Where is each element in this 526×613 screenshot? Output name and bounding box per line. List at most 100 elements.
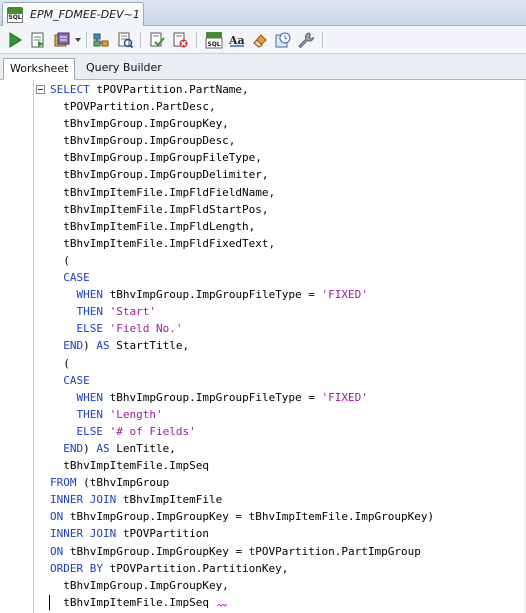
sql-text: tBhvImpItemFile.ImpFldFieldName, xyxy=(50,185,276,199)
sql-keyword: ELSE xyxy=(76,424,110,438)
svg-text:Aa: Aa xyxy=(228,34,245,47)
code-line: tPOVPartition.PartDesc, xyxy=(50,98,434,115)
text-caret xyxy=(49,595,50,610)
document-tab-strip: SQL EPM_FDMEE-DEV~1 xyxy=(0,0,526,26)
rollback-icon xyxy=(173,32,188,48)
document-tab-title: EPM_FDMEE-DEV~1 xyxy=(30,8,140,21)
code-line: tBhvImpGroup.ImpGroupDesc, xyxy=(50,132,434,149)
code-line: tBhvImpGroup.ImpGroupFileType, xyxy=(50,149,434,166)
code-line: ELSE 'Field No.' xyxy=(50,320,434,337)
code-line: ON tBhvImpGroup.ImpGroupKey = tPOVPartit… xyxy=(50,543,434,560)
sql-text: tPOVPartition.PartitionKey, xyxy=(109,561,289,575)
sql-text: tPOVPartition xyxy=(122,527,209,541)
code-line: tBhvImpGroup.ImpGroupKey, xyxy=(50,577,434,594)
unshared-sql-button[interactable]: SQL xyxy=(204,30,224,50)
toolbar-separator xyxy=(86,32,87,48)
sql-text: tBhvImpItemFile.ImpSeq xyxy=(50,595,209,609)
sql-keyword: ON xyxy=(50,544,70,558)
code-line: tBhvImpItemFile.ImpSeq xyxy=(50,594,434,611)
worksheet-subtabs: Worksheet Query Builder xyxy=(0,54,526,80)
autotrace-dropdown[interactable] xyxy=(72,30,84,50)
sql-text: (tBhvImpGroup xyxy=(83,476,170,490)
autotrace-button[interactable] xyxy=(52,30,72,50)
code-line: tBhvImpItemFile.ImpSeq xyxy=(50,457,434,474)
sql-text: StartTitle, xyxy=(116,339,190,353)
sql-text: tBhvImpGroup.ImpGroupKey = tPOVPartition… xyxy=(69,544,421,558)
tab-query-builder[interactable]: Query Builder xyxy=(80,58,168,80)
sql-keyword: CASE xyxy=(63,373,90,387)
sql-history-button[interactable] xyxy=(273,30,293,50)
worksheet-document-tab[interactable]: SQL EPM_FDMEE-DEV~1 xyxy=(2,2,144,26)
sql-keyword: SELECT xyxy=(50,83,97,96)
run-script-button[interactable] xyxy=(28,30,48,50)
sql-text: tPOVPartition.PartDesc, xyxy=(50,100,216,114)
code-line: INNER JOIN tBhvImpItemFile xyxy=(50,491,434,508)
sql-string: 'FIXED' xyxy=(321,390,368,404)
transaction-icon xyxy=(54,32,70,47)
eraser-icon xyxy=(253,34,267,48)
clear-button[interactable] xyxy=(250,30,270,50)
sql-keyword: THEN xyxy=(76,305,110,319)
sql-keyword: FROM xyxy=(50,476,84,490)
to-upper-lower-button[interactable]: Aa xyxy=(227,30,247,50)
code-line: SELECT tPOVPartition.PartName, xyxy=(50,81,434,98)
sql-text: tBhvImpGroup.ImpGroupDesc, xyxy=(50,134,236,148)
explain-plan-icon xyxy=(93,33,109,47)
sql-string: 'Field No.' xyxy=(109,322,183,336)
sql-text: LenTitle, xyxy=(116,441,176,455)
sql-text: tBhvImpGroup.ImpGroupDelimiter, xyxy=(50,168,269,182)
code-line: ELSE '# of Fields' xyxy=(50,423,434,440)
rollback-button[interactable] xyxy=(170,30,190,50)
sql-tuning-button[interactable] xyxy=(115,30,135,50)
code-line: tBhvImpItemFile.ImpFldFieldName, xyxy=(50,184,434,201)
sql-text: tBhvImpItemFile.ImpFldFixedText, xyxy=(50,236,276,250)
sql-text: tBhvImpGroup.ImpGroupFileType = xyxy=(109,390,322,404)
sql-text: ) xyxy=(83,441,97,455)
sql-editor[interactable]: SELECT tPOVPartition.PartName, tPOVParti… xyxy=(0,80,526,613)
code-line: CASE xyxy=(50,269,434,286)
commit-button[interactable] xyxy=(147,30,167,50)
code-line: ( xyxy=(50,355,434,372)
editor-margin-line xyxy=(33,80,34,613)
spelling-squiggle xyxy=(217,604,227,607)
sql-text: tBhvImpGroup.ImpGroupKey, xyxy=(50,117,229,131)
script-icon xyxy=(31,32,44,48)
code-line: END) AS LenTitle, xyxy=(50,440,434,457)
sql-keyword: END xyxy=(63,441,84,455)
sql-keyword: END xyxy=(63,339,84,353)
sql-keyword: WHEN xyxy=(76,390,110,404)
code-line: tBhvImpGroup.ImpGroupDelimiter, xyxy=(50,166,434,183)
sql-text: tBhvImpItemFile.ImpFldStartPos, xyxy=(50,202,269,216)
sql-string: 'Start' xyxy=(109,305,156,319)
sql-text: ( xyxy=(50,356,70,370)
code-line: tBhvImpItemFile.ImpFldFixedText, xyxy=(50,235,434,252)
run-statement-button[interactable] xyxy=(5,30,25,50)
tab-worksheet[interactable]: Worksheet xyxy=(3,58,76,80)
sql-keyword: THEN xyxy=(76,407,110,421)
code-line: tBhvImpItemFile.ImpFldStartPos, xyxy=(50,201,434,218)
svg-text:SQL: SQL xyxy=(207,41,220,48)
explain-plan-button[interactable] xyxy=(91,30,111,50)
toolbar-separator xyxy=(322,32,323,48)
commit-icon xyxy=(150,32,165,47)
sql-keyword: ON xyxy=(50,510,70,524)
sql-keyword: AS xyxy=(96,339,117,353)
sql-string: '# of Fields' xyxy=(109,424,196,438)
code-line: FROM (tBhvImpGroup xyxy=(50,474,434,491)
chevron-down-icon xyxy=(75,38,81,42)
worksheet-toolbar: SQL Aa xyxy=(0,26,526,54)
sql-code: SELECT tPOVPartition.PartName, tPOVParti… xyxy=(50,81,434,611)
describe-button[interactable] xyxy=(296,30,316,50)
sql-keyword: ELSE xyxy=(76,322,110,336)
code-line: THEN 'Length' xyxy=(50,406,434,423)
sql-worksheet-icon: SQL xyxy=(7,6,25,24)
code-line: CASE xyxy=(50,372,434,389)
sql-keyword: ORDER BY xyxy=(50,561,110,575)
code-fold-toggle[interactable] xyxy=(36,85,45,94)
